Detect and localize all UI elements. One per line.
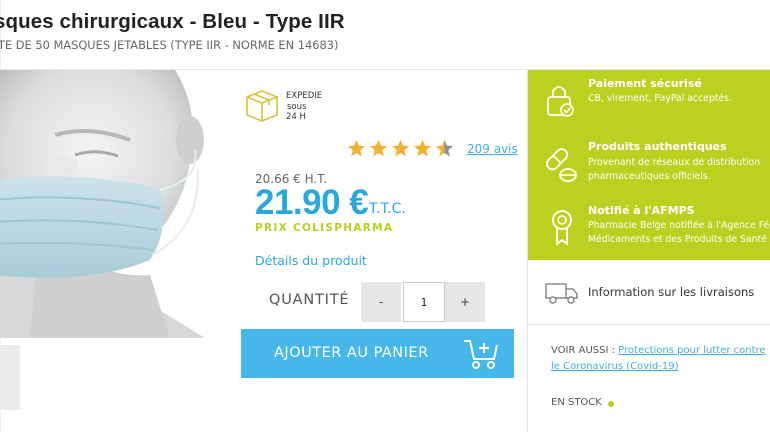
add-to-cart-label: AJOUTER AU PANIER: [274, 345, 429, 361]
see-also: VOIR AUSSI : Protections pour lutter con…: [551, 343, 770, 375]
shipping-line1: EXPEDIE: [286, 91, 323, 101]
reviews-link[interactable]: 209 avis: [467, 142, 518, 156]
feature-title: Produits authentiques: [588, 140, 727, 153]
stock-status: EN STOCK: [551, 397, 602, 408]
lock-icon: [545, 82, 575, 122]
truck-icon: [545, 281, 579, 309]
quantity-label: QUANTITÉ: [269, 292, 350, 308]
pills-icon: [542, 145, 580, 189]
price-main: 21.90 €: [255, 183, 369, 222]
award-icon: [550, 208, 574, 252]
product-thumbnail[interactable]: [0, 345, 20, 410]
product-image[interactable]: [0, 70, 242, 338]
features-panel: Paiement sécurisé CB, virement, PayPal a…: [528, 70, 770, 260]
feature-text: Pharmacie Belge notifiée à l'Agence Fédé…: [588, 220, 770, 231]
stock-indicator-dot: [608, 401, 614, 407]
product-title: sques chirurgicaux - Bleu - Type IIR: [0, 10, 345, 33]
quantity-input[interactable]: [403, 282, 445, 322]
box-icon: [244, 88, 280, 128]
price-ttc: T.T.C.: [369, 201, 406, 217]
rating-stars: [347, 139, 454, 158]
star-icon: [369, 139, 388, 157]
price-label: PRIX COLISPHARMA: [255, 222, 394, 234]
star-icon: [391, 139, 410, 157]
delivery-info-link[interactable]: Information sur les livraisons: [588, 285, 754, 299]
quantity-increase-button[interactable]: +: [445, 282, 485, 322]
shipping-info: EXPEDIE sous 24 H: [286, 91, 322, 123]
cart-icon: [462, 337, 500, 375]
product-details-link[interactable]: Détails du produit: [255, 253, 367, 268]
quantity-decrease-button[interactable]: -: [361, 282, 401, 322]
feature-title: Notifié à l'AFMPS: [588, 204, 695, 217]
see-also-prefix: VOIR AUSSI :: [551, 345, 615, 356]
shipping-line3: 24 H: [286, 112, 306, 122]
feature-text: Provenant de réseaux de distribution: [588, 157, 761, 168]
product-subtitle: TE DE 50 MASQUES JETABLES (TYPE IIR - NO…: [0, 38, 339, 52]
divider: [528, 324, 770, 325]
feature-title: Paiement sécurisé: [588, 77, 702, 90]
feature-text: CB, virement, PayPal acceptés.: [588, 93, 732, 104]
star-half-icon: [435, 139, 454, 157]
feature-text: pharmaceutiques officiels.: [588, 171, 711, 182]
star-icon: [413, 139, 432, 157]
shipping-line2: sous: [287, 101, 307, 112]
star-icon: [347, 139, 366, 157]
feature-text: Médicaments et des Produits de Santé: [588, 234, 767, 245]
